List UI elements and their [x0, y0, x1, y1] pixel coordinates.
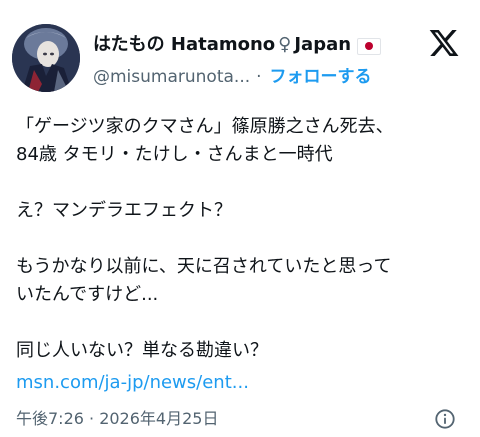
tweet-timestamp[interactable]: 午後7:26 · 2026年4月25日 — [16, 407, 218, 431]
info-icon[interactable] — [434, 408, 456, 430]
separator-dot: · — [256, 67, 262, 87]
tweet-card: はたもの Hatamono ♀ Japan @misumarunota... ·… — [0, 0, 480, 437]
article-link[interactable]: msn.com/ja-jp/news/ent... — [16, 369, 249, 397]
x-logo-icon[interactable] — [427, 27, 461, 59]
author-name-suffix[interactable]: Japan — [294, 33, 351, 57]
follow-button[interactable]: フォローする — [270, 65, 372, 89]
author-avatar[interactable] — [12, 24, 80, 92]
author-name-row[interactable]: はたもの Hatamono ♀ Japan — [93, 33, 382, 57]
author-handle-row: @misumarunota... · フォローする — [93, 65, 372, 89]
name-symbol: ♀ — [278, 34, 292, 55]
japan-flag-icon — [357, 37, 382, 55]
author-display-name[interactable]: はたもの Hatamono — [93, 33, 275, 57]
author-handle[interactable]: @misumarunota... — [93, 65, 250, 89]
tweet-text: 「ゲージツ家のクマさん」篠原勝之さん死去、 84歳 タモリ・たけし・さんまと一時… — [16, 116, 394, 361]
avatar-image — [12, 24, 80, 92]
